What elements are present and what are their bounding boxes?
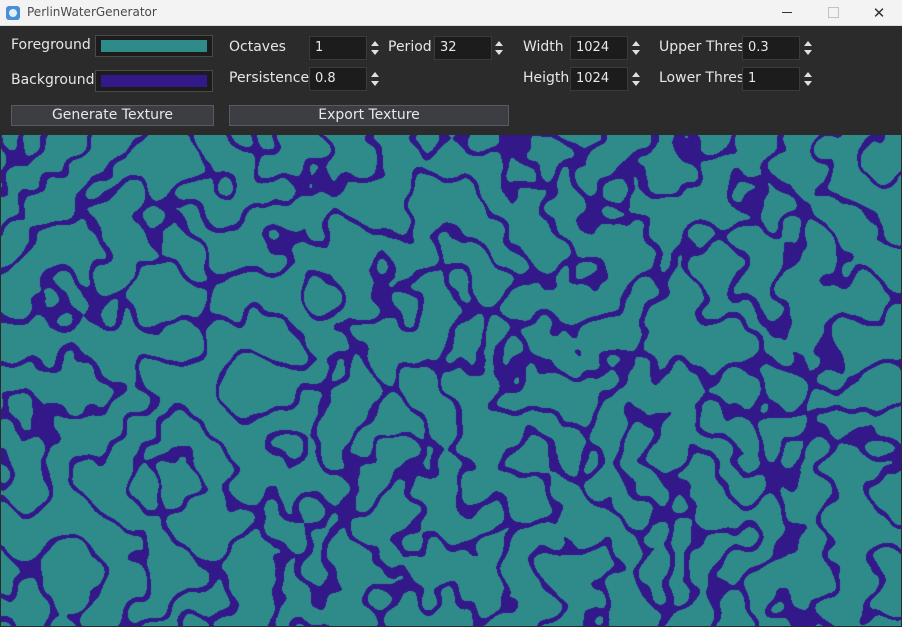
generate-texture-button[interactable]: Generate Texture bbox=[11, 105, 214, 126]
background-label: Background bbox=[11, 72, 95, 88]
lower-thres-label: Lower Thres bbox=[659, 70, 745, 86]
up-arrow-icon[interactable] bbox=[495, 41, 503, 46]
width-label: Width bbox=[523, 39, 564, 55]
background-color-swatch bbox=[101, 75, 207, 87]
settings-panel: Foreground Background Octaves 1 Period 3… bbox=[0, 26, 902, 135]
maximize-button[interactable] bbox=[810, 0, 856, 26]
title-bar: PerlinWaterGenerator ✕ bbox=[0, 0, 902, 26]
up-arrow-icon[interactable] bbox=[371, 72, 379, 77]
up-arrow-icon[interactable] bbox=[804, 41, 812, 46]
height-spinbox[interactable]: 1024 bbox=[570, 67, 628, 91]
minimize-icon bbox=[782, 12, 792, 13]
period-label: Period bbox=[388, 39, 432, 55]
export-texture-button[interactable]: Export Texture bbox=[229, 105, 509, 126]
upper-thres-label: Upper Thres bbox=[659, 39, 745, 55]
down-arrow-icon[interactable] bbox=[495, 50, 503, 55]
up-arrow-icon[interactable] bbox=[632, 72, 640, 77]
background-color-picker[interactable] bbox=[95, 70, 213, 92]
persistence-stepper[interactable] bbox=[371, 68, 381, 90]
down-arrow-icon[interactable] bbox=[804, 81, 812, 86]
octaves-stepper[interactable] bbox=[371, 37, 381, 59]
up-arrow-icon[interactable] bbox=[804, 72, 812, 77]
up-arrow-icon[interactable] bbox=[371, 41, 379, 46]
height-label: Heigth bbox=[523, 70, 570, 86]
foreground-color-picker[interactable] bbox=[95, 35, 213, 57]
width-spinbox[interactable]: 1024 bbox=[570, 36, 628, 60]
close-button[interactable]: ✕ bbox=[856, 0, 902, 26]
window-title: PerlinWaterGenerator bbox=[27, 5, 157, 19]
texture-preview bbox=[1, 135, 901, 626]
down-arrow-icon[interactable] bbox=[804, 50, 812, 55]
period-spinbox[interactable]: 32 bbox=[434, 36, 492, 60]
octaves-label: Octaves bbox=[229, 39, 286, 55]
maximize-icon bbox=[827, 7, 839, 18]
close-icon: ✕ bbox=[872, 4, 886, 22]
up-arrow-icon[interactable] bbox=[632, 41, 640, 46]
persistence-label: Persistence bbox=[229, 70, 310, 86]
minimize-button[interactable] bbox=[764, 0, 810, 26]
period-stepper[interactable] bbox=[495, 37, 505, 59]
foreground-label: Foreground bbox=[11, 37, 91, 53]
lower-thres-spinbox[interactable]: 1 bbox=[742, 67, 800, 91]
down-arrow-icon[interactable] bbox=[371, 50, 379, 55]
down-arrow-icon[interactable] bbox=[371, 81, 379, 86]
down-arrow-icon[interactable] bbox=[632, 50, 640, 55]
width-stepper[interactable] bbox=[632, 37, 642, 59]
foreground-color-swatch bbox=[101, 40, 207, 52]
upper-thres-spinbox[interactable]: 0.3 bbox=[742, 36, 800, 60]
octaves-spinbox[interactable]: 1 bbox=[309, 36, 367, 60]
down-arrow-icon[interactable] bbox=[632, 81, 640, 86]
app-icon bbox=[6, 6, 20, 20]
lower-thres-stepper[interactable] bbox=[804, 68, 814, 90]
persistence-spinbox[interactable]: 0.8 bbox=[309, 67, 367, 91]
upper-thres-stepper[interactable] bbox=[804, 37, 814, 59]
height-stepper[interactable] bbox=[632, 68, 642, 90]
